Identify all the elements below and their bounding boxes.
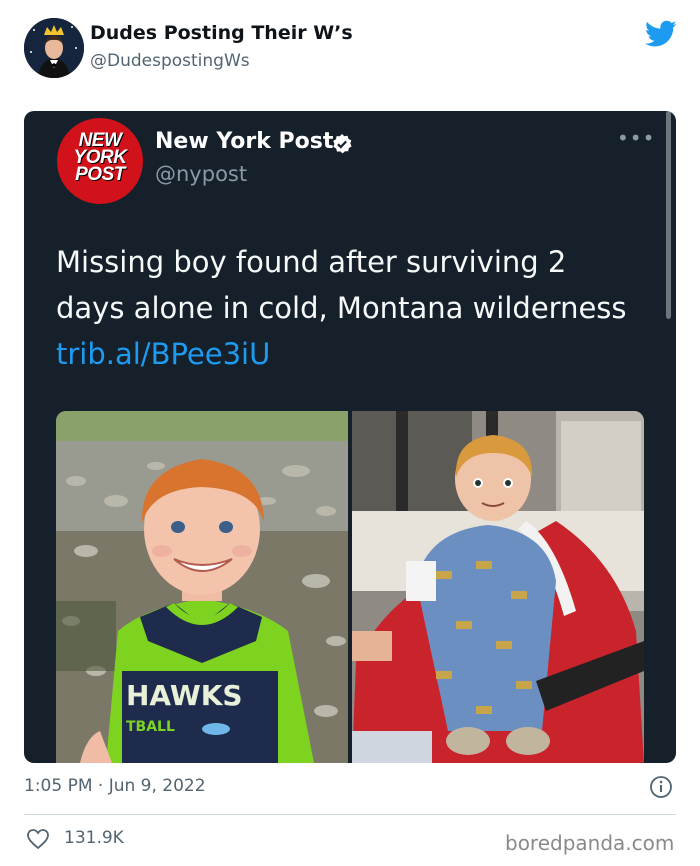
author-avatar[interactable] [24,18,84,78]
verified-badge-icon [331,133,353,155]
info-icon[interactable] [649,775,673,799]
embedded-tweet-image[interactable]: NEW YORK POST New York Post @nypost ••• … [24,111,676,763]
twitter-bird-icon[interactable] [645,20,677,48]
divider [24,814,676,815]
logo-line-3: POST [75,164,125,185]
tweet-link: trib.al/BPee3iU [56,337,271,371]
watermark: boredpanda.com [505,831,675,855]
nypost-logo: NEW YORK POST [57,118,143,204]
heart-icon[interactable] [26,828,50,850]
photo-boy-ambulance [352,411,644,763]
like-count[interactable]: 131.9K [64,828,124,848]
tweet-text-body: Missing boy found after surviving 2 days… [56,245,627,325]
author-handle[interactable]: @DudespostingWs [90,51,250,71]
tweet-timestamp[interactable]: 1:05 PM · Jun 9, 2022 [24,776,206,796]
jersey-text: HAWKS [126,679,243,712]
nypost-tweet-text: Missing boy found after surviving 2 days… [56,239,636,377]
jersey-subtext: TBALL [126,719,175,735]
nypost-handle: @nypost [155,162,248,186]
scrollbar [666,111,671,319]
more-icon: ••• [617,126,656,150]
author-display-name[interactable]: Dudes Posting Their W’s [90,22,353,44]
tweet-photos: HAWKS TBALL [56,411,644,763]
nypost-display-name: New York Post [155,129,334,154]
photo-boy-outdoors: HAWKS TBALL [56,411,348,763]
